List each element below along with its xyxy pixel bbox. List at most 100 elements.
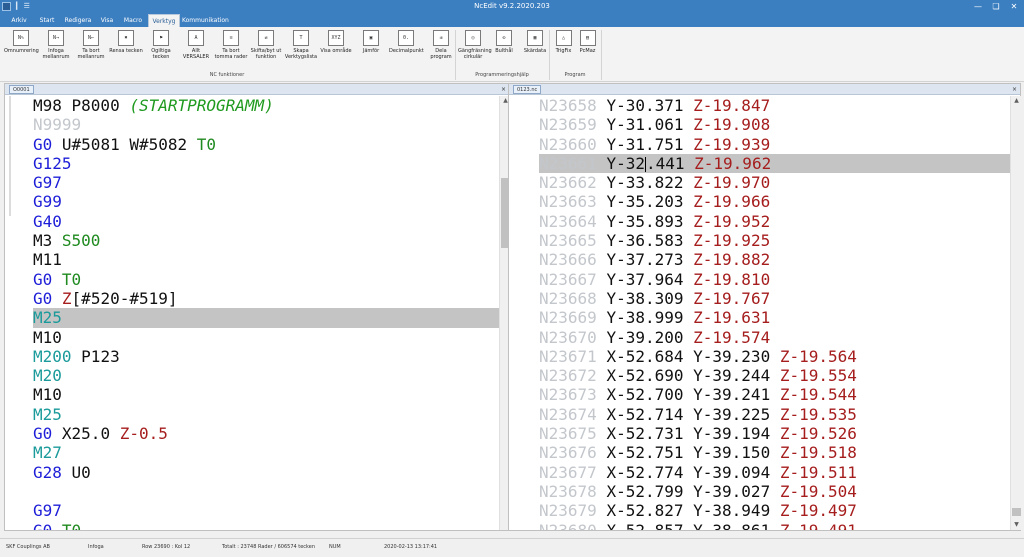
code-line[interactable]: M11 — [33, 250, 501, 269]
code-line[interactable]: M3 S500 — [33, 231, 501, 250]
remove-space-button[interactable]: N← Ta bort mellanrum — [74, 30, 108, 70]
code-line[interactable]: N23672 X-52.690 Y-39.244 Z-19.554 — [539, 366, 1010, 385]
code-line[interactable]: N23662 Y-33.822 Z-19.970 — [539, 173, 1010, 192]
code-line[interactable]: N23663 Y-35.203 Z-19.966 — [539, 192, 1010, 211]
code-view-left[interactable]: M98 P8000 (STARTPROGRAMM) N9999 G0 U#5081 … — [33, 96, 501, 530]
code-line[interactable]: N23659 Y-31.061 Z-19.908 — [539, 115, 1010, 134]
code-token: G97 — [33, 501, 62, 521]
code-token: Y-32 — [606, 153, 645, 173]
code-token: N23662 — [539, 173, 607, 193]
code-line[interactable]: G40 — [33, 212, 501, 231]
file-tab-0123[interactable]: 0123.nc — [513, 85, 542, 94]
insert-space-button[interactable]: N→ Infoga mellanrum — [39, 30, 73, 70]
tool-list-button[interactable]: T Skapa Verktygslista — [284, 30, 318, 70]
code-line[interactable]: G28 U0 — [33, 463, 501, 482]
code-line[interactable]: N23669 Y-38.999 Z-19.631 — [539, 308, 1010, 327]
code-line[interactable]: M20 — [33, 366, 501, 385]
code-line[interactable]: M27 — [33, 443, 501, 462]
code-line[interactable]: N23677 X-52.774 Y-39.094 Z-19.511 — [539, 463, 1010, 482]
code-line[interactable]: N23664 Y-35.893 Z-19.952 — [539, 212, 1010, 231]
scroll-down-arrow[interactable]: ▼ — [1011, 520, 1022, 530]
code-line-current[interactable]: M25 — [33, 308, 501, 328]
tab-arkiv[interactable]: Arkiv — [6, 14, 32, 27]
status-mode[interactable]: Infoga — [88, 539, 104, 555]
code-line[interactable]: G99 — [33, 192, 501, 211]
scrollbar-right[interactable]: ▲ ▼ — [1010, 96, 1021, 530]
close-button[interactable]: ✕ — [1006, 0, 1022, 13]
code-line[interactable]: N23678 X-52.799 Y-39.027 Z-19.504 — [539, 482, 1010, 501]
code-line[interactable]: M98 P8000 (STARTPROGRAMM) — [33, 96, 501, 115]
code-line[interactable]: N23674 X-52.714 Y-39.225 Z-19.535 — [539, 405, 1010, 424]
tab-kommunikation[interactable]: Kommunikation — [182, 14, 229, 27]
code-token: Z-19.554 — [779, 366, 857, 386]
code-token: N23659 — [539, 115, 607, 135]
code-token: M11 — [33, 250, 62, 270]
restore-button[interactable]: ❏ — [988, 0, 1004, 13]
decimal-point-button[interactable]: 0. Decimalpunkt — [389, 30, 424, 70]
tab-start[interactable]: Start — [34, 14, 60, 27]
renumber-button[interactable]: N✎ Omnumrering — [4, 30, 39, 70]
trigfix-button[interactable]: △ TrigFix — [552, 30, 575, 70]
scroll-up-arrow[interactable]: ▲ — [1011, 96, 1022, 106]
code-view-right[interactable]: N23658 Y-30.371 Z-19.847 N23659 Y-31.061 … — [539, 96, 1010, 530]
code-line[interactable]: G125 — [33, 154, 501, 173]
code-line[interactable]: M10 — [33, 328, 501, 347]
code-line[interactable]: N9999 — [33, 115, 501, 134]
thread-milling-button[interactable]: ◎ Gängfräsning cirkulär — [458, 30, 492, 70]
remove-empty-lines-button[interactable]: ≡ Ta bort tomma rader — [214, 30, 248, 70]
tab-redigera[interactable]: Redigera — [62, 14, 94, 27]
code-line[interactable]: N23670 Y-39.200 Z-19.574 — [539, 328, 1010, 347]
compare-button[interactable]: ▣ Jämför — [354, 30, 388, 70]
code-line[interactable]: G0 U#5081 W#5082 T0 — [33, 135, 501, 154]
tab-visa[interactable]: Visa — [96, 14, 118, 27]
bolt-hole-button[interactable]: ⊙ Bulthål — [489, 30, 519, 70]
close-pane-button[interactable]: × — [1012, 85, 1017, 94]
code-line[interactable]: G0 Z[#520-#519] — [33, 289, 501, 308]
code-line[interactable]: N23666 Y-37.273 Z-19.882 — [539, 250, 1010, 269]
code-token: Z-19.491 — [780, 521, 857, 530]
code-line[interactable]: N23671 X-52.684 Y-39.230 Z-19.564 — [539, 347, 1010, 366]
code-line[interactable]: G0 T0 — [33, 521, 501, 530]
fold-marker — [9, 96, 11, 216]
code-line[interactable]: N23679 X-52.827 Y-38.949 Z-19.497 — [539, 501, 1010, 520]
code-line[interactable]: N23675 X-52.731 Y-39.194 Z-19.526 — [539, 424, 1010, 443]
code-line[interactable]: N23673 X-52.700 Y-39.241 Z-19.544 — [539, 385, 1010, 404]
code-line[interactable]: N23665 Y-36.583 Z-19.925 — [539, 231, 1010, 250]
pcmaz-button[interactable]: ▤ PcMaz — [576, 30, 599, 70]
code-line[interactable]: G97 — [33, 501, 501, 520]
code-line[interactable]: N23668 Y-38.309 Z-19.767 — [539, 289, 1010, 308]
code-line-current[interactable]: N23661 Y-32.441 Z-19.962 — [539, 153, 1010, 174]
tab-macro[interactable]: Macro — [120, 14, 146, 27]
code-token: N23666 — [539, 250, 607, 270]
minimize-button[interactable]: — — [970, 0, 986, 13]
code-token: X-52.857 Y-38.861 — [606, 521, 779, 530]
scroll-thumb[interactable] — [1012, 508, 1021, 516]
code-line[interactable]: G97 — [33, 173, 501, 192]
code-line[interactable]: N23660 Y-31.751 Z-19.939 — [539, 135, 1010, 154]
clean-chars-button[interactable]: ✖ Rensa tecken — [109, 30, 143, 70]
code-line[interactable]: M25 — [33, 405, 501, 424]
group-label-nc-functions: NC funktioner — [209, 72, 245, 78]
code-line[interactable]: N23680 X-52.857 Y-38.861 Z-19.491 — [539, 521, 1010, 530]
code-token: X-52.700 Y-39.241 — [606, 385, 780, 405]
code-line[interactable] — [33, 482, 501, 501]
cutting-data-button[interactable]: ▦ Skärdata — [520, 30, 550, 70]
code-line[interactable]: N23658 Y-30.371 Z-19.847 — [539, 96, 1010, 115]
close-pane-button[interactable]: × — [501, 85, 506, 94]
file-tab-o0001[interactable]: O0001 — [9, 85, 34, 94]
code-line[interactable]: M10 — [33, 385, 501, 404]
code-line[interactable]: N23676 X-52.751 Y-39.150 Z-19.518 — [539, 443, 1010, 462]
code-line[interactable]: N23667 Y-37.964 Z-19.810 — [539, 270, 1010, 289]
split-program-button[interactable]: ⇉ Dela program — [424, 30, 458, 70]
code-token: M10 — [33, 327, 62, 347]
code-line[interactable]: G0 X25.0 Z-0.5 — [33, 424, 501, 443]
tab-verktyg[interactable]: Verktyg — [148, 14, 180, 27]
code-token: G97 — [33, 173, 62, 193]
code-line[interactable]: M200 P123 — [33, 347, 501, 366]
shift-replace-button[interactable]: ⇄ Skifta/byt ut funktion — [249, 30, 283, 70]
status-totals: Totalt : 23748 Rader / 606574 tecken — [222, 544, 316, 550]
code-line[interactable]: G0 T0 — [33, 270, 501, 289]
show-area-button[interactable]: XYZ Visa område — [319, 30, 353, 70]
uppercase-button[interactable]: A Allt VERSALER — [179, 30, 213, 70]
invalid-chars-button[interactable]: ⚑ Ogiltiga tecken — [144, 30, 178, 70]
